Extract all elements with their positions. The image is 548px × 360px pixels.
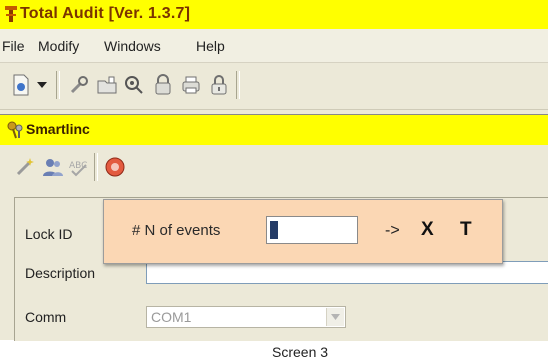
lock-icon[interactable] bbox=[150, 72, 176, 98]
printer-icon[interactable] bbox=[178, 72, 204, 98]
magic-wand-icon[interactable] bbox=[12, 154, 38, 180]
comm-select[interactable]: COM1 bbox=[146, 306, 346, 328]
menu-modify[interactable]: Modify bbox=[38, 38, 79, 54]
child-window-title-bar: Smartlinc bbox=[0, 114, 548, 146]
description-label: Description bbox=[25, 265, 96, 281]
t-button[interactable]: T bbox=[460, 219, 472, 241]
events-popup: # N of events -> X T bbox=[103, 199, 503, 264]
child-toolbar: ABC bbox=[0, 145, 548, 191]
spellcheck-icon[interactable]: ABC bbox=[66, 154, 92, 180]
users-icon[interactable] bbox=[40, 154, 66, 180]
chevron-down-icon[interactable] bbox=[326, 308, 344, 326]
key-ring-icon[interactable] bbox=[122, 72, 148, 98]
new-document-icon[interactable] bbox=[8, 72, 34, 98]
menu-bar: File Modify Windows Help bbox=[0, 29, 548, 63]
events-count-input[interactable] bbox=[266, 216, 358, 244]
child-window-title: Smartlinc bbox=[26, 121, 90, 137]
events-count-label: # N of events bbox=[132, 222, 221, 239]
menu-windows[interactable]: Windows bbox=[104, 38, 161, 54]
app-title: Total Audit [Ver. 1.3.7] bbox=[20, 5, 191, 22]
folder-open-icon[interactable] bbox=[94, 72, 120, 98]
menu-help[interactable]: Help bbox=[196, 38, 225, 54]
dropdown-arrow-icon[interactable] bbox=[34, 72, 50, 98]
toolbar-separator bbox=[236, 71, 240, 99]
comm-value: COM1 bbox=[151, 309, 192, 325]
keys-icon bbox=[7, 121, 23, 139]
main-toolbar bbox=[0, 63, 548, 110]
record-icon[interactable] bbox=[102, 154, 128, 180]
menu-file[interactable]: File bbox=[2, 38, 25, 54]
toolbar-separator bbox=[94, 153, 98, 181]
wrench-tool-icon[interactable] bbox=[66, 72, 92, 98]
description-input[interactable] bbox=[146, 261, 548, 284]
text-cursor bbox=[270, 221, 278, 239]
comm-label: Comm bbox=[25, 309, 67, 325]
toolbar-separator bbox=[56, 71, 60, 99]
padlock-icon[interactable] bbox=[206, 72, 232, 98]
app-window: Total Audit [Ver. 1.3.7] File Modify Win… bbox=[0, 0, 548, 341]
lock-id-label: Lock ID bbox=[25, 226, 73, 242]
title-bar: Total Audit [Ver. 1.3.7] bbox=[0, 0, 548, 29]
x-button[interactable]: X bbox=[421, 219, 434, 241]
total-audit-logo-icon bbox=[5, 6, 17, 22]
arrow-go-button[interactable]: -> bbox=[385, 222, 400, 240]
